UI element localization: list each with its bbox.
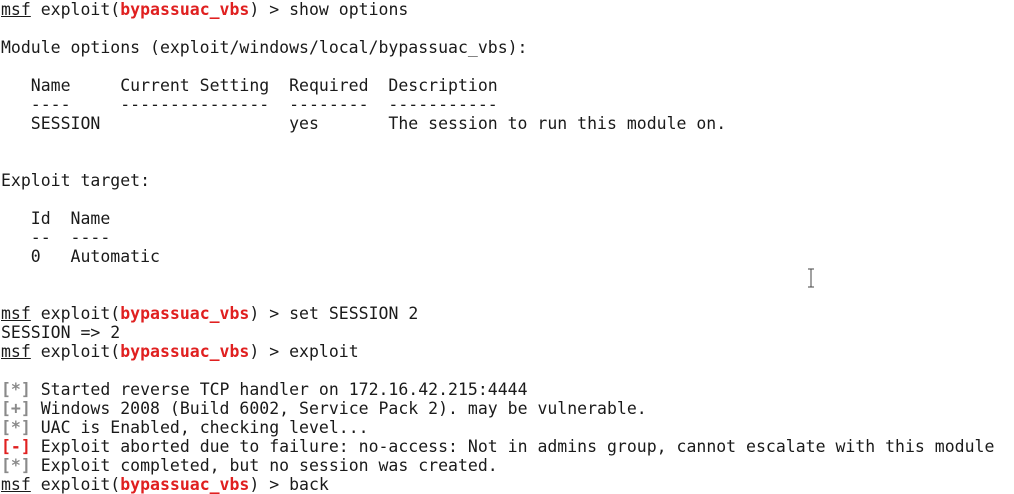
status-line-error: [-] Exploit aborted due to failure: no-a… [1, 437, 1014, 456]
msf-prompt-label: msf [1, 304, 31, 323]
target-table-row: 0 Automatic [1, 247, 160, 266]
prompt-line-set-session: msf exploit(bypassuac_vbs) > set SESSION… [1, 304, 1014, 323]
status-marker-info: [*] [1, 418, 31, 437]
prompt-exploit-prefix: exploit( [30, 475, 121, 494]
status-line-info: [*] Exploit completed, but no session wa… [1, 456, 1014, 475]
prompt-module-name: bypassuac_vbs [120, 304, 250, 323]
prompt-module-name: bypassuac_vbs [120, 0, 250, 19]
prompt-exploit-prefix: exploit( [30, 342, 121, 361]
status-text: Started reverse TCP handler on 172.16.42… [30, 380, 528, 399]
text-cursor-icon [808, 268, 814, 288]
status-marker-info: [*] [1, 456, 31, 475]
target-table-separator: -- ---- [1, 228, 111, 247]
prompt-exploit-prefix: exploit( [30, 304, 121, 323]
status-text: Exploit completed, but no session was cr… [30, 456, 498, 475]
status-line-info: [*] Started reverse TCP handler on 172.1… [1, 380, 1014, 399]
status-text: Windows 2008 (Build 6002, Service Pack 2… [30, 399, 647, 418]
command-show-options: show options [289, 0, 409, 19]
prompt-suffix: ) > [249, 342, 290, 361]
prompt-line-show-options: msf exploit(bypassuac_vbs) > show option… [1, 0, 1014, 19]
status-line-good: [+] Windows 2008 (Build 6002, Service Pa… [1, 399, 1014, 418]
options-table-header: Name Current Setting Required Descriptio… [1, 76, 498, 95]
terminal-window[interactable]: msf exploit(bypassuac_vbs) > show option… [0, 0, 1014, 494]
status-text: UAC is Enabled, checking level... [30, 418, 369, 437]
status-marker-good: [+] [1, 399, 31, 418]
status-line-info: [*] UAC is Enabled, checking level... [1, 418, 1014, 437]
set-result-line: SESSION => 2 [1, 323, 121, 342]
prompt-exploit-prefix: exploit( [30, 0, 121, 19]
prompt-suffix: ) > [249, 475, 290, 494]
msf-prompt-label: msf [1, 342, 31, 361]
prompt-module-name: bypassuac_vbs [120, 475, 250, 494]
module-options-header: Module options (exploit/windows/local/by… [1, 38, 528, 57]
options-table-row: SESSION yes The session to run this modu… [1, 114, 727, 133]
msf-prompt-label: msf [1, 0, 31, 19]
options-table-separator: ---- --------------- -------- ----------… [1, 95, 498, 114]
prompt-line-exploit: msf exploit(bypassuac_vbs) > exploit [1, 342, 1014, 361]
status-text: Exploit aborted due to failure: no-acces… [30, 437, 995, 456]
prompt-line-back[interactable]: msf exploit(bypassuac_vbs) > back [1, 475, 1014, 494]
status-marker-error: [-] [1, 437, 31, 456]
exploit-target-header: Exploit target: [1, 171, 151, 190]
target-table-header: Id Name [1, 209, 111, 228]
prompt-module-name: bypassuac_vbs [120, 342, 250, 361]
command-set-session: set SESSION 2 [289, 304, 419, 323]
prompt-suffix: ) > [249, 304, 290, 323]
prompt-suffix: ) > [249, 0, 290, 19]
msf-prompt-label: msf [1, 475, 31, 494]
status-marker-info: [*] [1, 380, 31, 399]
command-exploit: exploit [289, 342, 359, 361]
command-back[interactable]: back [289, 475, 329, 494]
